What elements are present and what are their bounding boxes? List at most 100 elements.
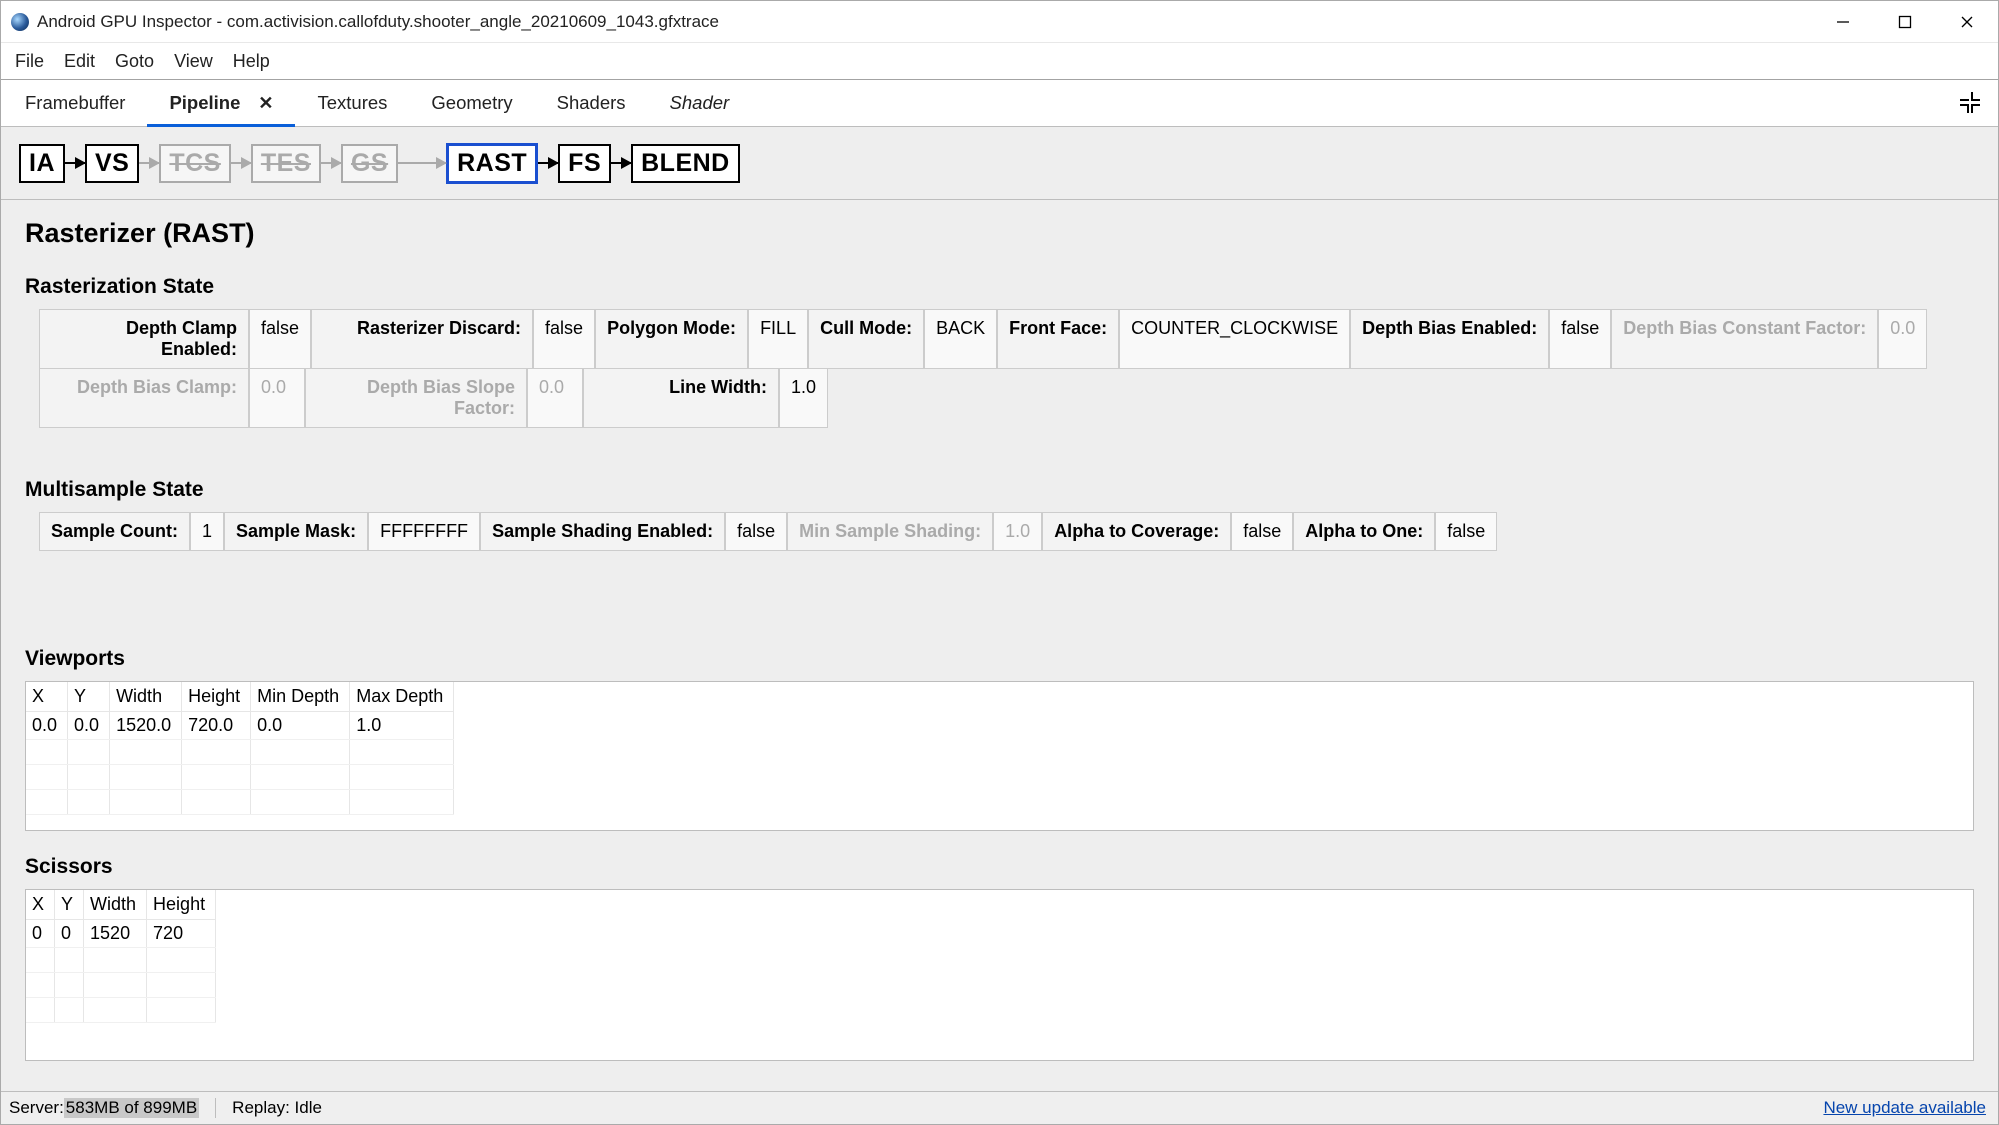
minimize-button[interactable] — [1812, 1, 1874, 42]
polygon-mode-label: Polygon Mode: — [595, 309, 748, 369]
depth-clamp-label: Depth Clamp Enabled: — [39, 309, 249, 369]
tab-label: Shaders — [557, 92, 626, 114]
menu-view[interactable]: View — [164, 47, 223, 76]
line-width-label: Line Width: — [583, 368, 779, 428]
front-face-label: Front Face: — [997, 309, 1119, 369]
cull-mode-label: Cull Mode: — [808, 309, 924, 369]
server-label: Server: — [9, 1098, 64, 1118]
depth-bias-constant-value: 0.0 — [1878, 309, 1927, 369]
depth-clamp-value: false — [249, 309, 311, 369]
pipeline-stagebar: IA VS TCS TES GS RAST FS BLEND — [1, 127, 1998, 200]
window-title: Android GPU Inspector - com.activision.c… — [37, 12, 1812, 32]
line-width-value: 1.0 — [779, 368, 828, 428]
col-maxdepth[interactable]: Max Depth — [350, 682, 454, 712]
tab-geometry[interactable]: Geometry — [409, 80, 534, 126]
tab-framebuffer[interactable]: Framebuffer — [3, 80, 147, 126]
tab-label: Shader — [670, 92, 730, 114]
sample-count-label: Sample Count: — [39, 512, 190, 551]
depth-bias-constant-label: Depth Bias Constant Factor: — [1611, 309, 1878, 369]
polygon-mode-value: FILL — [748, 309, 808, 369]
scissors-title: Scissors — [25, 855, 1974, 879]
arrow-icon — [398, 162, 446, 164]
col-x[interactable]: X — [26, 890, 55, 920]
tab-label: Framebuffer — [25, 92, 125, 114]
cell-x: 0.0 — [26, 712, 68, 740]
col-width[interactable]: Width — [84, 890, 147, 920]
alpha-to-coverage-label: Alpha to Coverage: — [1042, 512, 1231, 551]
depth-bias-clamp-label: Depth Bias Clamp: — [39, 368, 249, 428]
menubar: File Edit Goto View Help — [1, 43, 1998, 80]
col-y[interactable]: Y — [55, 890, 84, 920]
cell-h: 720.0 — [182, 712, 251, 740]
arrow-icon — [65, 162, 85, 164]
arrow-icon — [611, 162, 631, 164]
tab-label: Geometry — [431, 92, 512, 114]
col-mindepth[interactable]: Min Depth — [251, 682, 350, 712]
close-icon[interactable]: ✕ — [258, 93, 273, 114]
col-x[interactable]: X — [26, 682, 68, 712]
sample-mask-value: FFFFFFFF — [368, 512, 480, 551]
window-buttons — [1812, 1, 1998, 42]
table-row — [26, 998, 216, 1023]
tab-shader[interactable]: Shader — [648, 80, 752, 126]
maximize-button[interactable] — [1874, 1, 1936, 42]
cell-w: 1520.0 — [110, 712, 182, 740]
multisample-table: Sample Count: 1 Sample Mask: FFFFFFFF Sa… — [39, 512, 1974, 551]
stage-blend[interactable]: BLEND — [631, 144, 740, 183]
table-row — [26, 973, 216, 998]
col-width[interactable]: Width — [110, 682, 182, 712]
close-button[interactable] — [1936, 1, 1998, 42]
viewports-table: X Y Width Height Min Depth Max Depth 0.0… — [25, 681, 1974, 831]
col-height[interactable]: Height — [182, 682, 251, 712]
table-row — [26, 765, 454, 790]
tab-shaders[interactable]: Shaders — [535, 80, 648, 126]
statusbar: Server: 583MB of 899MB Replay: Idle New … — [1, 1091, 1998, 1124]
page-title: Rasterizer (RAST) — [25, 218, 1974, 249]
stage-rast[interactable]: RAST — [446, 143, 538, 184]
stage-tes[interactable]: TES — [251, 144, 321, 183]
viewports-title: Viewports — [25, 647, 1974, 671]
tabbar: Framebuffer Pipeline ✕ Textures Geometry… — [1, 80, 1998, 127]
rasterizer-discard-label: Rasterizer Discard: — [311, 309, 533, 369]
stage-ia[interactable]: IA — [19, 144, 65, 183]
col-height[interactable]: Height — [147, 890, 216, 920]
table-row[interactable]: 0.0 0.0 1520.0 720.0 0.0 1.0 — [26, 712, 454, 740]
table-header-row: X Y Width Height Min Depth Max Depth — [26, 682, 454, 712]
menu-edit[interactable]: Edit — [54, 47, 105, 76]
arrow-icon — [139, 162, 159, 164]
tab-label: Textures — [317, 92, 387, 114]
sample-count-value: 1 — [190, 512, 224, 551]
menu-goto[interactable]: Goto — [105, 47, 164, 76]
table-row[interactable]: 0 0 1520 720 — [26, 920, 216, 948]
replay-status: Replay: Idle — [232, 1098, 322, 1118]
front-face-value: COUNTER_CLOCKWISE — [1119, 309, 1350, 369]
menu-help[interactable]: Help — [223, 47, 280, 76]
sample-mask-label: Sample Mask: — [224, 512, 368, 551]
min-sample-shading-label: Min Sample Shading: — [787, 512, 993, 551]
multisample-title: Multisample State — [25, 478, 1974, 502]
app-icon — [11, 13, 29, 31]
arrow-icon — [231, 162, 251, 164]
restore-panels-icon[interactable] — [1960, 92, 1982, 114]
tab-pipeline[interactable]: Pipeline ✕ — [147, 80, 295, 126]
alpha-to-coverage-value: false — [1231, 512, 1293, 551]
stage-tcs[interactable]: TCS — [159, 144, 231, 183]
depth-bias-enabled-value: false — [1549, 309, 1611, 369]
sample-shading-enabled-value: false — [725, 512, 787, 551]
scissors-table: X Y Width Height 0 0 1520 720 — [25, 889, 1974, 1061]
table-row — [26, 948, 216, 973]
stage-fs[interactable]: FS — [558, 144, 611, 183]
cell-maxd: 1.0 — [350, 712, 454, 740]
depth-bias-slope-label: Depth Bias Slope Factor: — [305, 368, 527, 428]
update-link[interactable]: New update available — [1823, 1098, 1986, 1118]
stage-gs[interactable]: GS — [341, 144, 398, 183]
arrow-icon — [321, 162, 341, 164]
tab-textures[interactable]: Textures — [295, 80, 409, 126]
depth-bias-clamp-value: 0.0 — [249, 368, 305, 428]
menu-file[interactable]: File — [5, 47, 54, 76]
table-row — [26, 740, 454, 765]
col-y[interactable]: Y — [68, 682, 110, 712]
stage-vs[interactable]: VS — [85, 144, 139, 183]
table-header-row: X Y Width Height — [26, 890, 216, 920]
min-sample-shading-value: 1.0 — [993, 512, 1042, 551]
